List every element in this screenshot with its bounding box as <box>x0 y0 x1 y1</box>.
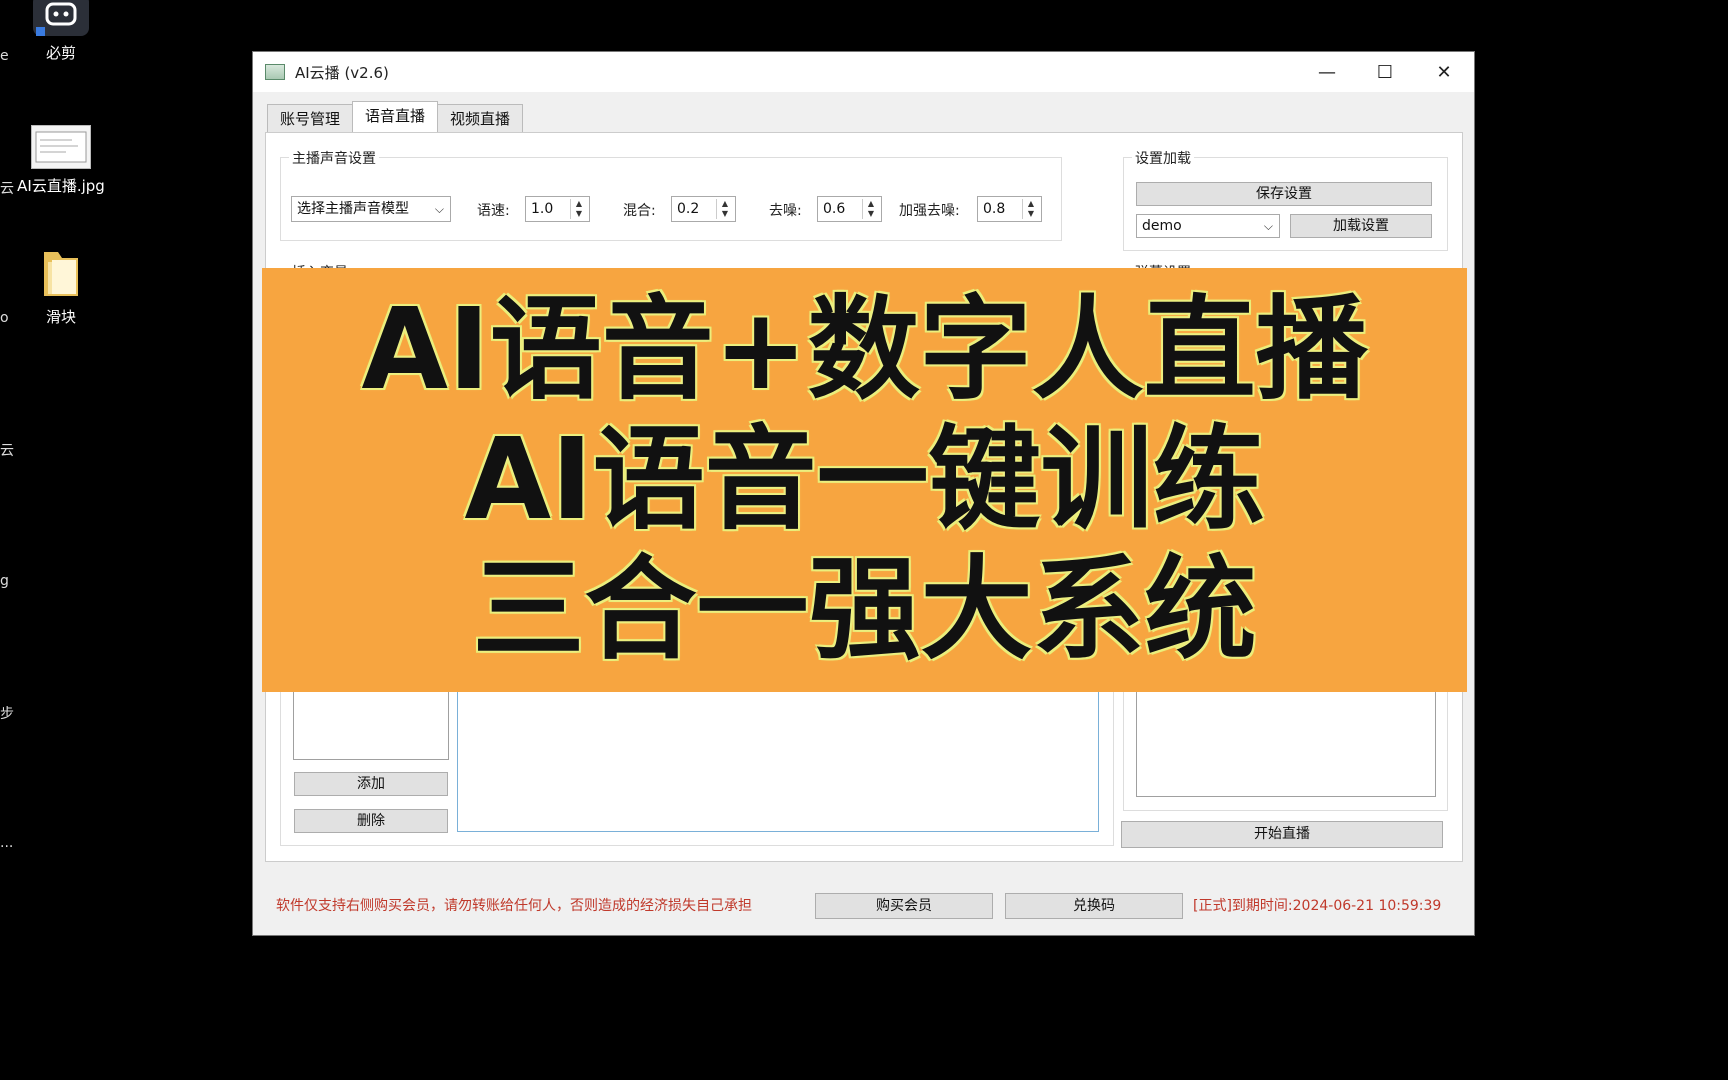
spin-value: 0.8 <box>983 201 1006 217</box>
mix-label: 混合: <box>623 203 656 219</box>
group-label: 主播声音设置 <box>289 148 379 168</box>
spin-arrows-icon[interactable]: ▲ ▼ <box>716 199 733 219</box>
voice-settings-group: 主播声音设置 选择主播声音模型 ⌵ 语速: 1.0 ▲ ▼ 混合: 0.2 ▲ ▼ … <box>280 148 1062 241</box>
tab-bar: 账号管理 语音直播 视频直播 <box>267 101 524 133</box>
desktop-icon-label: 必剪 <box>45 44 76 62</box>
redeem-code-button[interactable]: 兑换码 <box>1005 893 1183 919</box>
group-label: 设置加载 <box>1132 148 1194 168</box>
banner-line-2: AI语音一键训练 <box>464 415 1265 545</box>
spin-arrows-icon[interactable]: ▲ ▼ <box>1022 199 1039 219</box>
robot-app-icon <box>33 0 89 36</box>
danmaku-list[interactable] <box>1136 682 1436 797</box>
desktop-icon-label: AI云直播.jpg <box>17 177 105 195</box>
script-text-area[interactable] <box>457 682 1099 832</box>
select-value: 选择主播声音模型 <box>297 201 409 217</box>
chevron-down-icon: ⌵ <box>1263 219 1273 233</box>
minimize-button[interactable]: — <box>1298 52 1356 92</box>
spin-arrows-icon[interactable]: ▲ ▼ <box>570 199 587 219</box>
load-settings-button[interactable]: 加载设置 <box>1290 214 1432 238</box>
folder-icon <box>40 246 82 300</box>
preset-select[interactable]: demo ⌵ <box>1136 214 1280 238</box>
edge-fragment: o <box>0 310 9 326</box>
buy-membership-button[interactable]: 购买会员 <box>815 893 993 919</box>
maximize-button[interactable]: ☐ <box>1356 52 1414 92</box>
spin-value: 0.2 <box>677 201 700 217</box>
close-button[interactable]: ✕ <box>1415 52 1473 92</box>
desktop-icon-bijian[interactable]: 必剪 <box>6 0 116 63</box>
settings-load-group: 设置加载 保存设置 demo ⌵ 加载设置 <box>1123 148 1448 251</box>
spin-value: 1.0 <box>531 201 554 217</box>
variable-list[interactable] <box>293 682 449 760</box>
speed-spinbox[interactable]: 1.0 ▲ ▼ <box>525 196 590 222</box>
spin-value: 0.6 <box>823 201 846 217</box>
banner-line-1: AI语音+数字人直播 <box>361 285 1368 415</box>
expiry-text: [正式]到期时间:2024-06-21 10:59:39 <box>1193 898 1442 914</box>
tab-voice-live[interactable]: 语音直播 <box>352 101 439 133</box>
delete-button[interactable]: 删除 <box>294 809 448 833</box>
edge-fragment: ... <box>0 835 14 851</box>
strong-denoise-label: 加强去噪: <box>899 203 960 219</box>
denoise-spinbox[interactable]: 0.6 ▲ ▼ <box>817 196 882 222</box>
chevron-down-icon: ⌵ <box>434 202 444 216</box>
speed-label: 语速: <box>477 203 510 219</box>
window-title: AI云播 (v2.6) <box>295 63 389 82</box>
mix-spinbox[interactable]: 0.2 ▲ ▼ <box>671 196 736 222</box>
edge-fragment: 步 <box>0 706 14 722</box>
desktop-icon-ai-image[interactable]: AI云直播.jpg <box>6 125 116 196</box>
spin-arrows-icon[interactable]: ▲ ▼ <box>862 199 879 219</box>
add-button[interactable]: 添加 <box>294 772 448 796</box>
footer-bar: 软件仅支持右侧购买会员，请勿转账给任何人，否则造成的经济损失自己承担 购买会员 … <box>253 867 1474 927</box>
tab-account[interactable]: 账号管理 <box>267 104 354 133</box>
edge-fragment: e <box>0 48 9 64</box>
promo-banner: AI语音+数字人直播 AI语音一键训练 三合一强大系统 <box>262 268 1467 692</box>
app-icon <box>265 64 285 80</box>
image-file-icon <box>31 125 91 169</box>
voice-model-select[interactable]: 选择主播声音模型 ⌵ <box>291 196 451 222</box>
select-value: demo <box>1142 218 1182 234</box>
title-bar[interactable]: AI云播 (v2.6) — ☐ ✕ <box>253 52 1474 92</box>
edge-fragment: g <box>0 573 9 589</box>
edge-fragment: 云 <box>0 181 14 197</box>
warning-text: 软件仅支持右侧购买会员，请勿转账给任何人，否则造成的经济损失自己承担 <box>276 898 752 914</box>
denoise-label: 去噪: <box>769 203 802 219</box>
edge-fragment: 云 <box>0 443 14 459</box>
desktop-icon-slider[interactable]: 滑块 <box>6 246 116 327</box>
start-live-button[interactable]: 开始直播 <box>1121 821 1443 848</box>
save-settings-button[interactable]: 保存设置 <box>1136 182 1432 206</box>
desktop-icon-label: 滑块 <box>45 308 76 326</box>
strong-denoise-spinbox[interactable]: 0.8 ▲ ▼ <box>977 196 1042 222</box>
tab-video-live[interactable]: 视频直播 <box>437 104 524 133</box>
banner-line-3: 三合一强大系统 <box>472 545 1257 675</box>
